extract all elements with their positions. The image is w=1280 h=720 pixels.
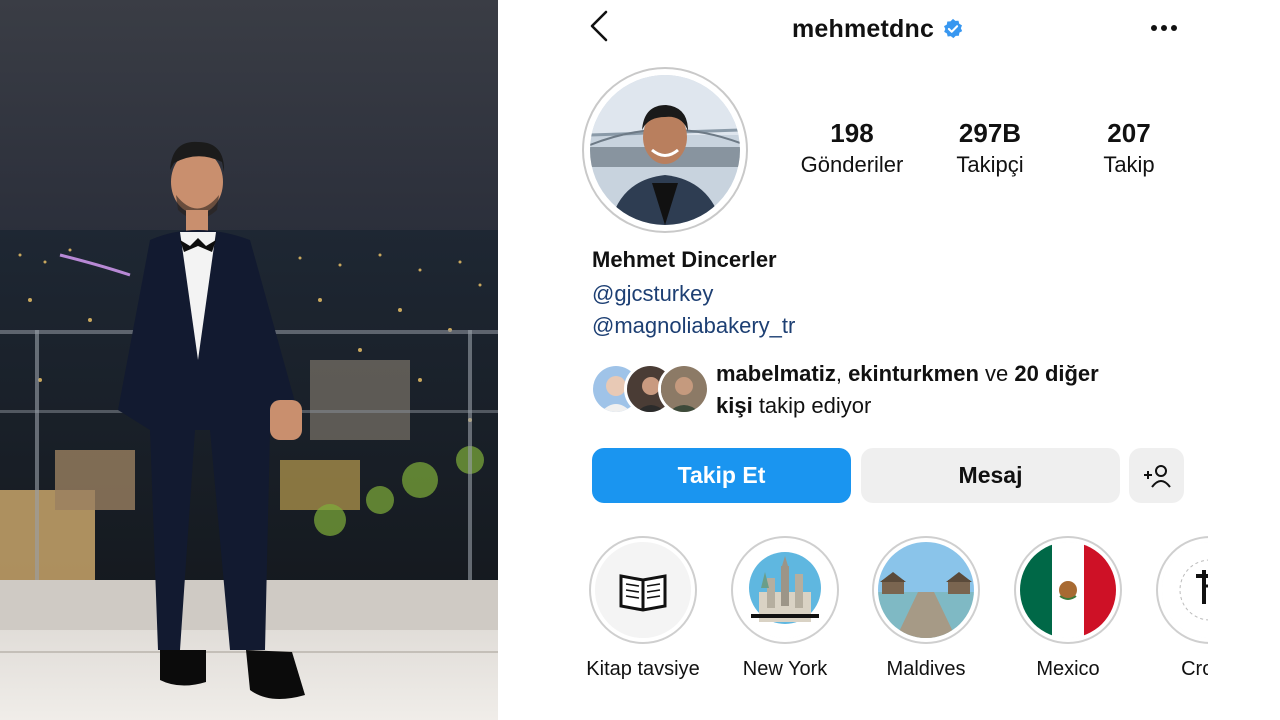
night-city-photo [0,0,498,720]
stat-posts-label: Gönderiler [800,152,904,177]
mutual-others-2: kişi [716,393,753,418]
mutual-followers-text[interactable]: mabelmatiz, ekinturkmen ve 20 diğer kişi … [716,358,1196,422]
stat-following-count: 207 [1107,118,1151,148]
highlight-label: Maldives [886,658,966,680]
story-highlight[interactable]: Kitap tavsiye [578,536,708,681]
story-highlight[interactable]: New York [720,536,850,681]
mutual-name-1: mabelmatiz [716,361,836,386]
ellipsis-icon [1151,25,1177,31]
suggested-users-button[interactable] [1129,448,1184,503]
stat-followers-label: Takipçi [956,152,1024,177]
bio-link-magnoliabakery[interactable]: @magnoliabakery_tr [592,313,795,339]
screenshot-edge [1208,520,1280,720]
mutual-avatar [658,363,710,415]
profile-avatar[interactable] [582,67,748,233]
mutual-and: ve [978,361,1015,386]
follow-button[interactable]: Takip Et [592,448,851,503]
mutual-suffix: takip ediyor [752,393,872,418]
mexico-flag-icon [1020,542,1116,638]
stat-posts-count: 198 [830,118,874,148]
message-button[interactable]: Mesaj [861,448,1120,503]
stat-following-label: Takip [1103,152,1155,177]
more-options-button[interactable] [1146,16,1182,40]
open-book-icon [595,542,691,638]
profile-full-name: Mehmet Dincerler [592,247,777,272]
mutual-followers-avatars[interactable] [590,363,710,415]
mutual-sep: , [835,361,849,386]
username: mehmetdnc [792,14,935,43]
mutual-others: 20 diğer [1014,361,1099,386]
chevron-left-icon [590,10,608,42]
stat-followers-count: 297B [958,118,1022,148]
stat-following[interactable]: 207 Takip [1059,118,1199,180]
back-button[interactable] [584,8,620,44]
stat-followers[interactable]: 297B Takipçi [920,118,1060,180]
highlight-label: New York [742,658,828,680]
instagram-profile: mehmetdnc 198 Gönderiler 297B Takipçi 20… [498,0,1280,720]
highlight-label: Mexico [1036,658,1100,680]
maldives-pier-icon [878,542,974,638]
highlight-label: Kitap tavsiye [586,658,700,680]
avatar-photo [590,75,740,225]
stat-posts[interactable]: 198 Gönderiler [782,118,922,180]
story-highlight[interactable]: Maldives [861,536,991,681]
bio-link-gjcsturkey[interactable]: @gjcsturkey [592,281,713,307]
header-username: mehmetdnc [792,12,964,46]
new-york-skyline-icon [737,542,833,638]
verified-badge-icon [944,18,963,39]
mutual-name-2: ekinturkmen [848,361,979,386]
story-highlight[interactable]: Mexico [1003,536,1133,681]
profile-photo-left [0,0,498,720]
add-user-icon [1143,464,1171,488]
